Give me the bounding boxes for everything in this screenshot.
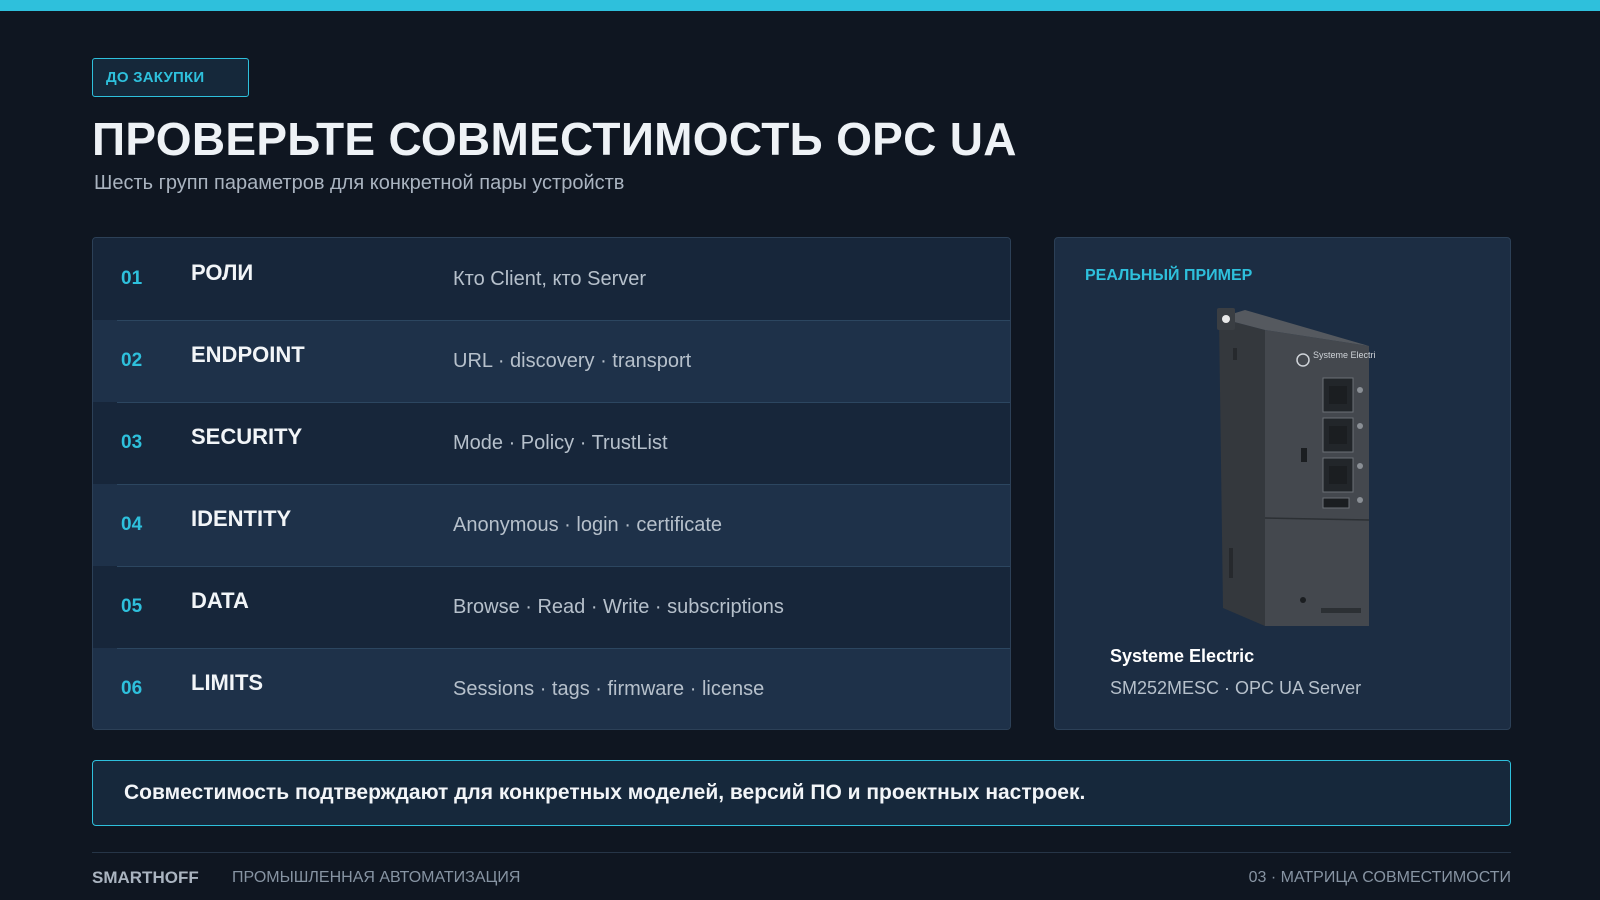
- footer-brand: SMARTHOFF: [92, 868, 199, 887]
- compatibility-note: Совместимость подтверждают для конкретны…: [92, 760, 1511, 826]
- row-name: LIMITS: [191, 670, 264, 695]
- row-name: SECURITY: [191, 424, 303, 449]
- row-description: Sessions · tags · firmware · license: [453, 677, 765, 700]
- row-description: Anonymous · login · certificate: [453, 513, 723, 536]
- table-row: 02 ENDPOINT URL · discovery · transport: [93, 320, 1010, 402]
- example-card: РЕАЛЬНЫЙ ПРИМЕР Systeme Electric Systeme…: [1054, 237, 1511, 730]
- row-name: ENDPOINT: [191, 342, 305, 367]
- device-brand: Systeme Electric: [1110, 646, 1255, 666]
- footer-subtitle: ПРОМЫШЛЕННАЯ АВТОМАТИЗАЦИЯ: [232, 869, 521, 886]
- page-subtitle: Шесть групп параметров для конкретной па…: [94, 172, 625, 194]
- row-number: 03: [121, 432, 143, 453]
- section-tag: ДО ЗАКУПКИ: [92, 58, 249, 97]
- row-name: IDENTITY: [191, 506, 292, 531]
- row-name: DATA: [191, 588, 249, 613]
- row-description: Кто Client, кто Server: [453, 267, 647, 290]
- page-title: ПРОВЕРЬТЕ СОВМЕСТИМОСТЬ OPC UA: [92, 113, 1017, 165]
- footer-divider: [92, 852, 1511, 853]
- row-number: 04: [121, 514, 143, 535]
- table-row: 05 DATA Browse · Read · Write · subscrip…: [93, 566, 1010, 648]
- table-row: 04 IDENTITY Anonymous · login · certific…: [93, 484, 1010, 566]
- row-number: 05: [121, 596, 143, 617]
- device-model: SM252MESC · OPC UA Server: [1110, 678, 1362, 698]
- row-description: URL · discovery · transport: [453, 349, 692, 372]
- row-name: РОЛИ: [191, 260, 254, 285]
- top-accent-bar: [0, 0, 1600, 11]
- row-number: 02: [121, 350, 143, 371]
- parameter-table: 01 РОЛИ Кто Client, кто Server 02 ENDPOI…: [92, 237, 1011, 730]
- footer-page-label: 03 · МАТРИЦА СОВМЕСТИМОСТИ: [1248, 869, 1511, 886]
- row-description: Browse · Read · Write · subscriptions: [453, 595, 784, 618]
- plc-device-image: Systeme Electric: [1217, 308, 1375, 626]
- table-row: 01 РОЛИ Кто Client, кто Server: [93, 238, 1010, 320]
- table-row: 03 SECURITY Mode · Policy · TrustList: [93, 402, 1010, 484]
- row-number: 06: [121, 678, 143, 699]
- table-row: 06 LIMITS Sessions · tags · firmware · l…: [93, 648, 1010, 729]
- device-brand-print: Systeme Electric: [1313, 350, 1375, 360]
- row-description: Mode · Policy · TrustList: [453, 431, 668, 454]
- example-label: РЕАЛЬНЫЙ ПРИМЕР: [1085, 267, 1253, 284]
- row-number: 01: [121, 268, 143, 289]
